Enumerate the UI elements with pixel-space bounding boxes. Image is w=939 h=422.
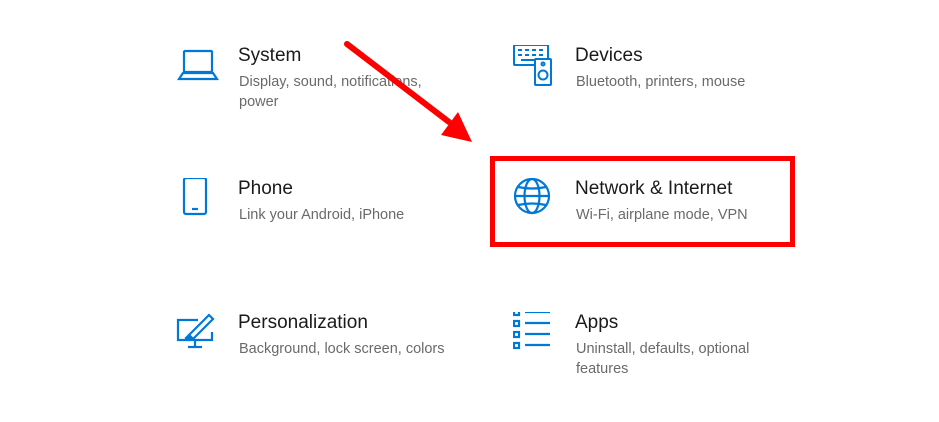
- laptop-icon: [176, 45, 220, 89]
- devices-icon: [513, 45, 557, 89]
- tile-title: Personalization: [238, 312, 368, 333]
- tile-description: Bluetooth, printers, mouse: [576, 74, 746, 90]
- tile-description: Uninstall, defaults, optional features: [576, 341, 750, 377]
- globe-icon: [513, 178, 557, 222]
- tile-title: Devices: [575, 45, 643, 66]
- settings-tile-system[interactable]: System Display, sound, notifications, po…: [176, 45, 476, 155]
- tile-description: Background, lock screen, colors: [239, 341, 445, 357]
- settings-tile-network-internet[interactable]: Network & Internet Wi-Fi, airplane mode,…: [513, 178, 813, 288]
- tile-description: Display, sound, notifications, power: [239, 74, 422, 110]
- tile-title: Network & Internet: [575, 178, 733, 199]
- settings-tile-personalization[interactable]: Personalization Background, lock screen,…: [176, 312, 476, 422]
- settings-tile-apps[interactable]: Apps Uninstall, defaults, optional featu…: [513, 312, 813, 422]
- tile-title: Phone: [238, 178, 293, 199]
- apps-list-icon: [513, 312, 557, 356]
- tile-title: Apps: [575, 312, 619, 333]
- settings-tile-phone[interactable]: Phone Link your Android, iPhone: [176, 178, 476, 288]
- tile-title: System: [238, 45, 302, 66]
- phone-icon: [176, 178, 220, 222]
- personalization-icon: [176, 312, 220, 356]
- settings-tile-devices[interactable]: Devices Bluetooth, printers, mouse: [513, 45, 813, 155]
- tile-description: Wi-Fi, airplane mode, VPN: [576, 207, 748, 223]
- tile-description: Link your Android, iPhone: [239, 207, 405, 223]
